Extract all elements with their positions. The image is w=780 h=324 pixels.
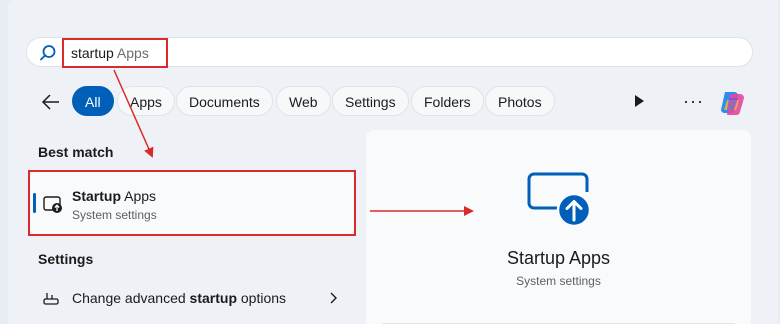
annotation-arrows [113, 69, 474, 216]
annotation-arrow-down [113, 69, 154, 158]
